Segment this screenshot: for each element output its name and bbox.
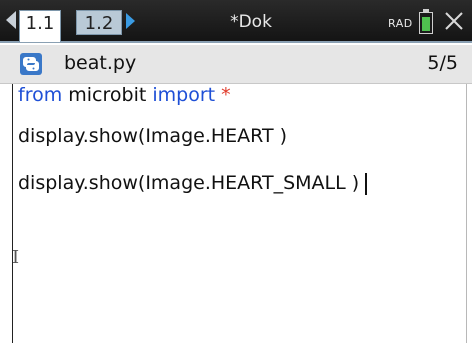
mouse-ibeam-icon: I xyxy=(12,247,20,268)
python-icon xyxy=(20,53,42,75)
editor-left-border xyxy=(12,84,13,343)
file-header: beat.py 5/5 xyxy=(0,45,472,84)
top-bar: 1.1 1.2 *Dok RAD xyxy=(0,0,472,43)
angle-mode-indicator: RAD xyxy=(388,17,413,30)
module-name: microbit xyxy=(62,84,153,106)
tab-1-1[interactable]: 1.1 xyxy=(19,10,61,42)
battery-level xyxy=(422,17,430,31)
keyword-import: import xyxy=(152,84,216,106)
code-editor[interactable] xyxy=(0,84,472,343)
close-icon[interactable] xyxy=(442,9,466,33)
code-text: display.show(Image.HEART_SMALL ) xyxy=(18,172,360,194)
code-line-3[interactable]: display.show(Image.HEART_SMALL ) xyxy=(18,172,368,195)
battery-icon xyxy=(419,9,433,34)
editor-right-border xyxy=(466,84,467,343)
tab-label: 1.1 xyxy=(25,13,55,34)
import-star: * xyxy=(215,84,231,106)
tab-label: 1.2 xyxy=(84,13,114,34)
file-name: beat.py xyxy=(64,52,137,74)
text-cursor xyxy=(365,172,368,195)
code-line-2[interactable]: display.show(Image.HEART ) xyxy=(18,125,287,147)
keyword-from: from xyxy=(18,84,63,106)
calculator-screen: 1.1 1.2 *Dok RAD beat.py 5/5 from microb… xyxy=(0,0,472,343)
previous-tab-arrow-icon[interactable] xyxy=(6,11,16,29)
code-line-1[interactable]: from microbit import * xyxy=(18,84,231,106)
code-text: display.show(Image.HEART ) xyxy=(18,125,288,147)
document-title-text: *Dok xyxy=(230,12,272,32)
tab-1-2[interactable]: 1.2 xyxy=(76,10,122,35)
next-tab-arrow-icon[interactable] xyxy=(126,13,135,29)
page-count: 5/5 xyxy=(427,52,458,74)
